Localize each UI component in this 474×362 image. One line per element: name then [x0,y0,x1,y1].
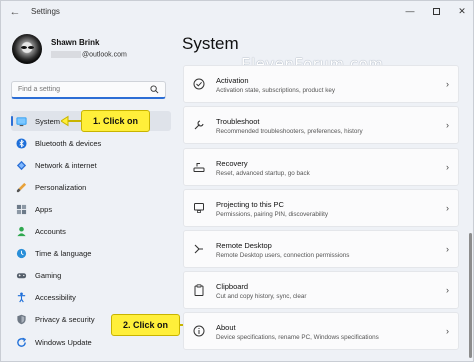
email-redaction [51,51,81,58]
apps-icon [16,204,27,215]
card-title: Remote Desktop [216,241,272,250]
card-subtitle: Recommended troubleshooters, preferences… [216,128,363,135]
close-button[interactable]: ✕ [449,3,473,19]
chevron-right-icon: › [446,120,449,130]
brush-icon [16,182,27,193]
card-title: Troubleshoot [216,117,260,126]
sidebar-item-label: Apps [35,205,53,214]
card-subtitle: Cut and copy history, sync, clear [216,293,307,300]
sidebar-item-time-language[interactable]: Time & language [11,243,171,263]
maximize-button[interactable] [423,3,449,19]
profile-email-domain: @outlook.com [82,51,127,59]
check-circle-icon [193,78,205,90]
minimize-button[interactable]: — [397,3,423,19]
callout-step-2: 2. Click on [111,314,180,336]
profile-name: Shawn Brink [51,38,100,47]
sidebar-item-label: Personalization [35,183,87,192]
sidebar-item-personalization[interactable]: Personalization [11,177,171,197]
update-icon [17,337,27,347]
remote-desktop-icon [194,244,203,254]
sidebar-item-label: Windows Update [35,338,92,347]
search-input[interactable]: Find a setting [11,81,166,99]
wifi-diamond-icon [16,160,27,171]
sidebar-item-network[interactable]: Network & internet [11,155,171,175]
maximize-icon [432,8,440,16]
card-title: Recovery [216,159,248,168]
search-placeholder: Find a setting [18,86,61,93]
chevron-right-icon: › [446,203,449,213]
card-subtitle: Reset, advanced startup, go back [216,170,310,177]
bluetooth-icon [16,138,27,149]
avatar-eye-left [21,46,27,49]
accessibility-icon [17,292,26,303]
sidebar-item-label: Gaming [35,271,62,280]
person-icon [17,226,26,237]
sidebar-item-label: Accessibility [35,293,76,302]
app-title: Settings [31,7,60,16]
globe-clock-icon [16,248,27,259]
search-icon [150,85,159,94]
avatar[interactable] [12,34,42,64]
clipboard-icon [194,284,204,296]
card-remote-desktop[interactable]: Remote Desktop Remote Desktop users, con… [183,230,459,268]
sidebar-item-accessibility[interactable]: Accessibility [11,287,171,307]
card-title: Activation [216,76,249,85]
scrollbar[interactable] [469,233,472,358]
card-subtitle: Remote Desktop users, connection permiss… [216,252,350,259]
card-title: About [216,323,236,332]
monitor-icon [16,117,27,127]
card-activation[interactable]: Activation Activation state, subscriptio… [183,65,459,103]
sidebar-item-gaming[interactable]: Gaming [11,265,171,285]
sidebar-item-label: Time & language [35,249,92,258]
sidebar-item-label: Bluetooth & devices [35,139,102,148]
card-clipboard[interactable]: Clipboard Cut and copy history, sync, cl… [183,271,459,309]
sidebar-item-label: Privacy & security [35,315,95,324]
page-title: System [182,34,239,53]
sidebar-item-label: System [35,117,61,126]
gamepad-icon [16,273,27,279]
card-subtitle: Device specifications, rename PC, Window… [216,334,379,341]
profile-email: @outlook.com [51,51,127,58]
card-subtitle: Activation state, subscriptions, product… [216,87,335,94]
card-projecting[interactable]: Projecting to this PC Permissions, pairi… [183,189,459,227]
card-subtitle: Permissions, pairing PIN, discoverabilit… [216,211,328,218]
sidebar-item-label: Accounts [35,227,66,236]
title-bar: ← Settings — ✕ [1,1,473,23]
sidebar-item-label: Network & internet [35,161,97,170]
card-about[interactable]: About Device specifications, rename PC, … [183,312,459,350]
shield-icon [17,314,26,325]
recovery-drive-icon [193,163,205,172]
sidebar-item-bluetooth[interactable]: Bluetooth & devices [11,133,171,153]
callout-arrow-1 [61,115,83,127]
sidebar-item-apps[interactable]: Apps [11,199,171,219]
card-title: Clipboard [216,282,249,291]
card-title: Projecting to this PC [216,200,284,209]
projector-icon [194,203,204,213]
chevron-right-icon: › [446,326,449,336]
card-troubleshoot[interactable]: Troubleshoot Recommended troubleshooters… [183,106,459,144]
chevron-right-icon: › [446,79,449,89]
avatar-eye-right [28,46,34,49]
active-indicator [11,116,13,126]
settings-window: ← Settings — ✕ Shawn Brink @outlook.com … [0,0,474,362]
sidebar-item-accounts[interactable]: Accounts [11,221,171,241]
chevron-right-icon: › [446,162,449,172]
chevron-right-icon: › [446,244,449,254]
info-icon [193,325,205,337]
wrench-icon [194,120,204,130]
chevron-right-icon: › [446,285,449,295]
back-button[interactable]: ← [7,4,23,20]
callout-step-1: 1. Click on [81,110,150,132]
card-recovery[interactable]: Recovery Reset, advanced startup, go bac… [183,148,459,186]
